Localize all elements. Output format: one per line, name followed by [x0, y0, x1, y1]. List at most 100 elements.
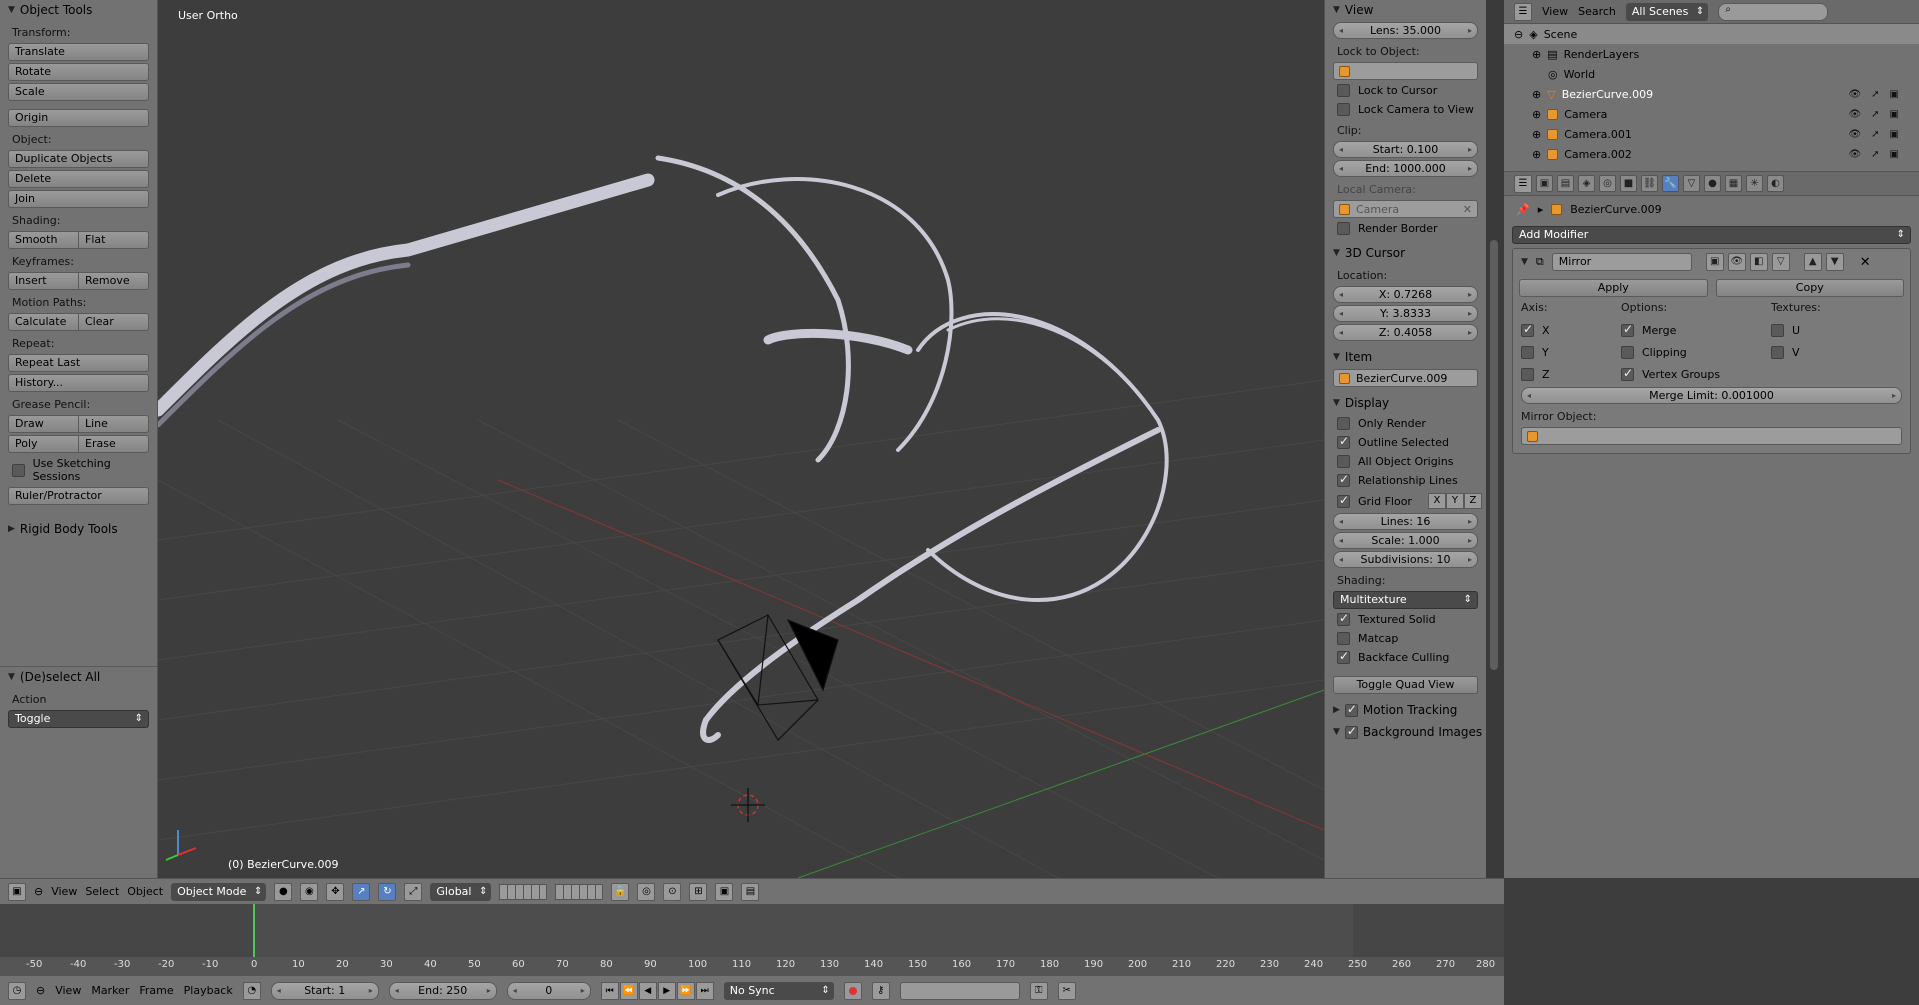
- outliner-view-menu[interactable]: View: [1542, 5, 1568, 18]
- transform-orientation-dropdown[interactable]: Global: [430, 882, 492, 901]
- move-down-icon[interactable]: ▼: [1825, 253, 1844, 271]
- clear-button[interactable]: Clear: [79, 313, 149, 331]
- outliner-search-menu[interactable]: Search: [1578, 5, 1616, 18]
- erase-button[interactable]: Erase: [79, 435, 149, 453]
- sync-mode-dropdown[interactable]: No Sync: [723, 981, 834, 1000]
- render-animation-icon[interactable]: ▤: [741, 882, 760, 901]
- interaction-mode-dropdown[interactable]: Object Mode: [171, 882, 267, 901]
- jump-next-key-icon[interactable]: ⏩: [676, 981, 695, 1000]
- object-tab-icon[interactable]: ■: [1620, 175, 1637, 192]
- use-sketching-row[interactable]: Use Sketching Sessions: [0, 453, 157, 485]
- grid-floor-row[interactable]: Grid Floor XYZ: [1325, 489, 1486, 511]
- sidebar-scrollbar[interactable]: [1490, 240, 1498, 670]
- menu-toggle-icon[interactable]: ⊖: [34, 885, 43, 898]
- preview-range-icon[interactable]: ◔: [242, 981, 261, 1000]
- apply-button[interactable]: Apply: [1519, 279, 1708, 297]
- merge-checkbox[interactable]: [1621, 322, 1634, 337]
- delete-keyframe-icon[interactable]: ✂: [1057, 981, 1076, 1000]
- axis-x-checkbox[interactable]: [1521, 322, 1534, 337]
- outliner-row-world[interactable]: ◎ World: [1504, 64, 1919, 84]
- expand-icon[interactable]: ⊕: [1532, 88, 1541, 101]
- pivot-point-icon[interactable]: ◉: [300, 882, 319, 901]
- all-object-origins-checkbox[interactable]: [1337, 455, 1350, 468]
- editmode-toggle-icon[interactable]: ◧: [1749, 253, 1768, 271]
- ruler-protractor-button[interactable]: Ruler/Protractor: [8, 487, 149, 505]
- axis-y-row[interactable]: Y: [1521, 343, 1621, 361]
- render-tab-icon[interactable]: ▣: [1536, 175, 1553, 192]
- outliner-row-scene[interactable]: ⊖ ◈ Scene: [1504, 24, 1919, 44]
- auto-keyframe-record-icon[interactable]: [843, 981, 862, 1000]
- render-border-row[interactable]: Render Border: [1325, 218, 1486, 237]
- play-reverse-icon[interactable]: ◀: [638, 981, 657, 1000]
- lens-field[interactable]: Lens: 35.000: [1333, 22, 1478, 39]
- relationship-lines-row[interactable]: Relationship Lines: [1325, 470, 1486, 489]
- object-menu[interactable]: Object: [127, 885, 163, 898]
- current-frame-field[interactable]: 0: [506, 981, 591, 1000]
- texture-u-checkbox[interactable]: [1771, 323, 1784, 337]
- proportional-edit-icon[interactable]: ◎: [637, 882, 656, 901]
- menu-toggle-icon[interactable]: ⊖: [36, 984, 45, 997]
- frame-ruler[interactable]: -50 -40 -30 -20 -10 0 10 20 30 40 50 60 …: [0, 957, 1504, 975]
- outliner-row-camera-001[interactable]: ⊕ Camera.001 👁 ➚ ▣: [1504, 124, 1919, 144]
- vertex-groups-row[interactable]: Vertex Groups: [1621, 365, 1771, 383]
- scene-layers-grid-b[interactable]: [555, 883, 604, 900]
- viewport-eye-icon[interactable]: 👁: [1727, 253, 1746, 271]
- clipping-row[interactable]: Clipping: [1621, 343, 1771, 361]
- only-render-checkbox[interactable]: [1337, 417, 1350, 430]
- particles-tab-icon[interactable]: ✳: [1746, 175, 1763, 192]
- editor-type-icon[interactable]: ☰: [1514, 174, 1532, 193]
- remove-modifier-close-icon[interactable]: ✕: [1860, 255, 1871, 270]
- select-cursor-icon[interactable]: ➚: [1871, 129, 1879, 140]
- render-camera-icon[interactable]: ▣: [1890, 129, 1899, 140]
- lock-camera-checkbox[interactable]: [1337, 103, 1350, 116]
- backface-culling-row[interactable]: Backface Culling: [1325, 647, 1486, 666]
- axis-x-row[interactable]: X: [1521, 321, 1621, 339]
- grid-y-toggle[interactable]: Y: [1445, 493, 1464, 509]
- view-menu[interactable]: View: [51, 885, 77, 898]
- editor-type-icon[interactable]: ▣: [8, 882, 26, 901]
- scale-manipulator-icon[interactable]: ⤢: [404, 882, 423, 901]
- use-sketching-checkbox[interactable]: [12, 463, 25, 477]
- clip-end-field[interactable]: End: 1000.000: [1333, 160, 1478, 177]
- outliner-search-input[interactable]: ⌕: [1718, 2, 1829, 21]
- outliner-row-camera-002[interactable]: ⊕ Camera.002 👁 ➚ ▣: [1504, 144, 1919, 164]
- select-menu[interactable]: Select: [85, 885, 119, 898]
- add-modifier-dropdown[interactable]: Add Modifier: [1512, 226, 1911, 244]
- lock-object-field[interactable]: [1333, 62, 1478, 80]
- matcap-checkbox[interactable]: [1337, 632, 1350, 645]
- cursor-z-field[interactable]: Z: 0.4058: [1333, 324, 1478, 341]
- timeline-area[interactable]: [0, 904, 1504, 957]
- world-tab-icon[interactable]: ◎: [1599, 175, 1616, 192]
- rotate-button[interactable]: Rotate: [8, 63, 149, 81]
- 3d-cursor-header[interactable]: ▼ 3D Cursor: [1325, 243, 1486, 263]
- join-button[interactable]: Join: [8, 190, 149, 208]
- visibility-eye-icon[interactable]: 👁: [1848, 89, 1861, 100]
- end-frame-field[interactable]: End: 250: [388, 981, 497, 1000]
- outliner-row-camera[interactable]: ⊕ Camera 👁 ➚ ▣: [1504, 104, 1919, 124]
- select-cursor-icon[interactable]: ➚: [1871, 149, 1879, 160]
- play-icon[interactable]: ▶: [657, 981, 676, 1000]
- calculate-button[interactable]: Calculate: [8, 313, 79, 331]
- current-frame-indicator[interactable]: [253, 904, 255, 957]
- material-tab-icon[interactable]: ●: [1704, 175, 1721, 192]
- editor-type-icon[interactable]: ◷: [8, 981, 26, 1000]
- merge-row[interactable]: Merge: [1621, 321, 1771, 339]
- texture-v-checkbox[interactable]: [1771, 345, 1784, 359]
- expand-icon[interactable]: ⊕: [1532, 48, 1541, 61]
- duplicate-objects-button[interactable]: Duplicate Objects: [8, 150, 149, 168]
- outliner-row-renderlayers[interactable]: ⊕ ▤ RenderLayers: [1504, 44, 1919, 64]
- modifier-name-input[interactable]: Mirror: [1551, 253, 1692, 271]
- grid-floor-checkbox[interactable]: [1337, 493, 1350, 508]
- outline-selected-checkbox[interactable]: [1337, 434, 1350, 449]
- rigid-body-tools-header[interactable]: ▶ Rigid Body Tools: [0, 519, 157, 539]
- pin-icon[interactable]: 📌: [1516, 203, 1530, 216]
- vertex-groups-checkbox[interactable]: [1621, 366, 1634, 381]
- editor-type-icon[interactable]: ☰: [1514, 2, 1532, 21]
- lock-layers-icon[interactable]: 🔒: [611, 882, 630, 901]
- lock-to-cursor-checkbox[interactable]: [1337, 84, 1350, 97]
- select-cursor-icon[interactable]: ➚: [1871, 89, 1879, 100]
- expand-icon[interactable]: ⊕: [1532, 128, 1541, 141]
- jump-end-icon[interactable]: ⏭: [695, 981, 714, 1000]
- motion-tracking-header[interactable]: ▶Motion Tracking: [1325, 700, 1486, 720]
- axis-y-checkbox[interactable]: [1521, 345, 1534, 359]
